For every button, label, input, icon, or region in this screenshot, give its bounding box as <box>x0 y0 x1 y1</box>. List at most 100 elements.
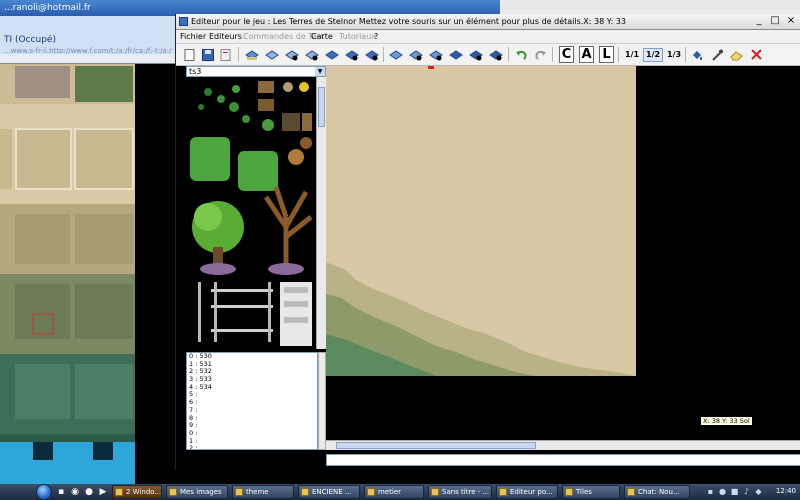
taskbar-button[interactable]: ENCIENE ... <box>298 485 360 499</box>
fill-bucket-icon[interactable] <box>689 47 704 62</box>
menu-help[interactable]: ? <box>374 32 378 41</box>
maximize-button[interactable]: □ <box>767 15 783 28</box>
menu-fichier[interactable]: Fichier <box>180 32 206 41</box>
layer-item[interactable]: 9 : <box>187 421 317 430</box>
taskbar-button[interactable]: Editeur po... <box>496 485 558 499</box>
tiles-window-bar[interactable]: × <box>0 54 185 64</box>
minimize-button[interactable]: _ <box>751 15 767 28</box>
messenger-icon[interactable]: ● <box>718 487 727 496</box>
layer-list[interactable]: 0 : 530 1 : 531 2 : 532 3 : 533 4 : 534 5 :6 … <box>186 352 318 450</box>
redo-icon[interactable] <box>533 47 548 62</box>
layer-item[interactable]: 8 : <box>187 414 317 423</box>
tile-picker-scrollbar[interactable] <box>316 77 326 349</box>
object-layer-5-icon[interactable] <box>488 47 503 62</box>
object-layer-4-icon[interactable] <box>468 47 483 62</box>
layer-item[interactable]: 4 : 534 <box>187 383 317 392</box>
object-layer-3-icon[interactable] <box>448 47 463 62</box>
layer-stack-icon[interactable] <box>244 47 259 62</box>
clock: 12:40 <box>775 487 796 495</box>
undo-icon[interactable] <box>513 47 528 62</box>
layer-up-icon[interactable] <box>264 47 279 62</box>
folder-icon <box>235 488 243 496</box>
layer-2-icon[interactable] <box>304 47 319 62</box>
tileset-dropdown-value: ts3 <box>189 67 202 76</box>
security-icon[interactable]: ■ <box>730 487 739 496</box>
chevron-down-icon[interactable]: ▼ <box>315 67 325 76</box>
layer-item[interactable]: 7 : <box>187 406 317 415</box>
network-icon[interactable]: ▪ <box>706 487 715 496</box>
layer-item[interactable]: 1 : <box>187 437 317 446</box>
folder-icon <box>367 488 375 496</box>
taskbar-button[interactable]: Sans titre - ... <box>428 485 492 499</box>
object-layer-icon[interactable] <box>388 47 403 62</box>
taskbar-button[interactable]: Mes images <box>166 485 228 499</box>
desktop-icon[interactable]: ▪ <box>56 487 66 497</box>
layer-item[interactable]: 2 : <box>187 445 317 449</box>
light-mode-button[interactable]: L <box>599 46 614 63</box>
object-layer-1-icon[interactable] <box>408 47 423 62</box>
taskbar-button[interactable]: theme <box>232 485 294 499</box>
taskbar-button[interactable]: 2 Windo... <box>112 485 162 499</box>
toolbar: C A L 1/1 1/2 1/3 <box>176 44 800 66</box>
taskbar-button-label: Mes images <box>180 488 222 496</box>
background-status-line: TI (Occupé) <box>4 35 56 45</box>
taskbar-button-label: 2 Windo... <box>126 488 162 496</box>
mail-icon[interactable]: ● <box>84 487 94 497</box>
toolbar-separator <box>238 47 239 62</box>
volume-icon[interactable]: ♪ <box>742 487 751 496</box>
map-horizontal-scrollbar[interactable] <box>326 440 800 450</box>
layer-item[interactable]: 0 : <box>187 429 317 438</box>
eraser-icon[interactable] <box>729 47 744 62</box>
tile-panel: ts3 ▼ 0: 530 1: 531 2: 532 3: 533 4 … <box>186 66 326 450</box>
toolbar-separator <box>685 47 686 62</box>
menu-bar: Fichier Editeurs Commandes de Test Carte… <box>176 30 800 44</box>
map-canvas[interactable] <box>326 66 800 440</box>
system-tray: ▪ ● ■ ♪ ◆ 12:40 <box>700 485 800 499</box>
folder-icon <box>565 488 573 496</box>
sync-icon[interactable]: ◆ <box>754 487 763 496</box>
collision-mode-button[interactable]: C <box>559 46 574 63</box>
taskbar-button-label: theme <box>246 488 269 496</box>
taskbar-button[interactable]: Chat: Nou... <box>624 485 690 499</box>
zoom-1-1-button[interactable]: 1/1 <box>622 48 642 62</box>
tileset-dropdown[interactable]: ts3 ▼ <box>186 66 326 77</box>
status-bar <box>326 454 800 466</box>
layer-item[interactable]: 6 : <box>187 398 317 407</box>
media-icon[interactable]: ▶ <box>98 487 108 497</box>
scrollbar-thumb[interactable] <box>336 442 536 449</box>
taskbar-button[interactable]: Tiles <box>562 485 620 499</box>
new-file-icon[interactable] <box>182 47 197 62</box>
taskbar-button-label: Editeur po... <box>510 488 553 496</box>
layer-item[interactable]: 5 : <box>187 391 317 399</box>
folder-icon <box>301 488 309 496</box>
layer-list-scrollbar[interactable] <box>318 352 326 450</box>
layer-1-icon[interactable] <box>284 47 299 62</box>
layer-3-icon[interactable] <box>324 47 339 62</box>
folder-icon <box>169 488 177 496</box>
layer-4-icon[interactable] <box>344 47 359 62</box>
taskbar-button-label: Chat: Nou... <box>638 488 680 496</box>
tile-picker[interactable] <box>186 77 316 349</box>
layer-5-icon[interactable] <box>364 47 379 62</box>
object-layer-2-icon[interactable] <box>428 47 443 62</box>
zoom-1-3-button[interactable]: 1/3 <box>664 48 684 62</box>
eyedropper-icon[interactable] <box>709 47 724 62</box>
browser-icon[interactable]: ◉ <box>70 487 80 497</box>
attribute-mode-button[interactable]: A <box>579 46 594 63</box>
delete-icon[interactable] <box>749 47 764 62</box>
scrollbar-thumb[interactable] <box>318 87 325 127</box>
close-button[interactable]: × <box>783 15 799 28</box>
menu-carte[interactable]: Carte <box>311 32 333 41</box>
menu-editeurs[interactable]: Editeurs <box>209 32 242 41</box>
taskbar-button[interactable]: metier <box>364 485 424 499</box>
tiles-window[interactable]: × <box>0 54 185 484</box>
editor-titlebar[interactable]: Editeur pour le jeu : Les Terres de Stel… <box>176 14 800 30</box>
zoom-1-2-button[interactable]: 1/2 <box>643 48 664 62</box>
export-icon[interactable] <box>218 47 233 62</box>
start-button[interactable] <box>36 484 52 500</box>
tileset-preview[interactable] <box>0 64 135 484</box>
save-icon[interactable] <box>200 47 215 62</box>
folder-icon <box>627 488 635 496</box>
menu-tutoriaux[interactable]: Tutoriaux <box>339 32 376 41</box>
taskbar-button-label: Sans titre - ... <box>442 488 490 496</box>
